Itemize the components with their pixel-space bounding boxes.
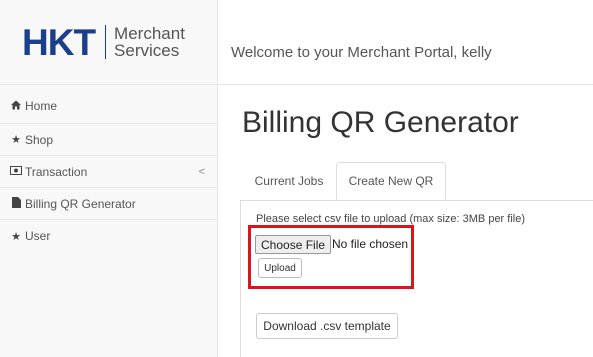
sidebar-menu: Home ★ Shop Transaction < Billing QR Gen… <box>0 89 217 310</box>
sidebar-item-label: Shop <box>25 132 54 147</box>
tab-bar: Current Jobs Create New QR <box>240 162 593 201</box>
home-icon <box>10 100 22 113</box>
sidebar-item-label: Home <box>25 99 58 113</box>
sidebar-item-label: Billing QR Generator <box>25 196 136 211</box>
star-icon: ★ <box>11 134 21 146</box>
logo-hkt-text: HKT <box>22 21 96 63</box>
sidebar-item-home[interactable]: Home <box>0 89 217 124</box>
logo-divider <box>105 25 107 59</box>
sidebar-item-label: User <box>25 229 51 243</box>
tab-create-new-qr[interactable]: Create New QR <box>336 162 446 200</box>
star-icon: ★ <box>11 230 21 243</box>
welcome-message: Welcome to your Merchant Portal, kelly <box>231 44 492 61</box>
sidebar-item-user[interactable]: ★ User <box>0 220 217 310</box>
upload-instruction: Please select csv file to upload (max si… <box>256 213 526 225</box>
choose-file-button[interactable]: Choose File <box>255 235 332 254</box>
sidebar-item-billing-qr-generator[interactable]: Billing QR Generator <box>0 188 217 220</box>
download-template-button[interactable]: Download .csv template <box>256 313 398 339</box>
tab-current-jobs[interactable]: Current Jobs <box>244 162 334 200</box>
money-icon <box>10 165 22 178</box>
sidebar-item-shop[interactable]: ★ Shop <box>0 124 217 156</box>
sidebar-item-label: Transaction <box>25 164 88 179</box>
logo-line-2: Services <box>114 41 180 60</box>
chevron-left-icon[interactable]: < <box>199 166 205 178</box>
sidebar-item-transaction[interactable]: Transaction < <box>0 156 217 188</box>
file-status-text: No file chosen <box>332 237 409 251</box>
logo-merchant-services: Merchant Services <box>114 25 185 59</box>
file-icon <box>10 196 22 211</box>
upload-button[interactable]: Upload <box>258 258 302 278</box>
hkt-logo[interactable]: HKT Merchant Services <box>22 22 185 62</box>
page-title: Billing QR Generator <box>242 106 519 139</box>
